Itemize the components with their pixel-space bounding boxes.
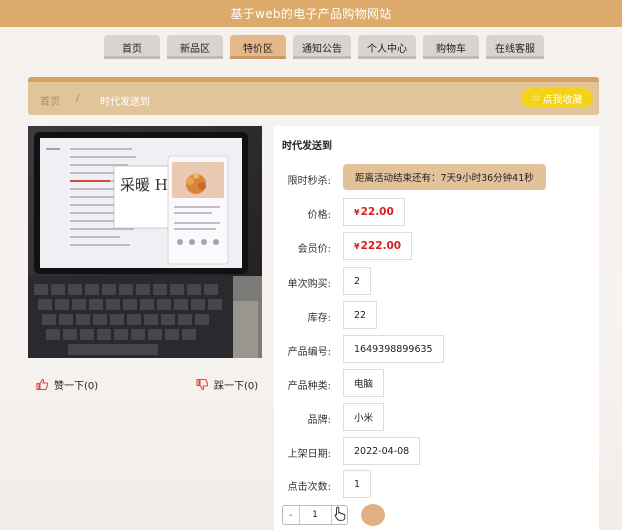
flash-sale-label: 限时秒杀: bbox=[287, 176, 331, 187]
price-label: 价格: bbox=[307, 210, 331, 221]
flash-sale-countdown: 距离活动结束还有：7天9小时36分钟41秒 bbox=[343, 164, 546, 190]
thumbs-up-icon bbox=[36, 379, 48, 390]
price-row: 价格: ¥ 22.00 bbox=[274, 198, 599, 226]
nav-item-special[interactable]: 特价区 bbox=[230, 35, 286, 59]
brand-label: 品牌: bbox=[307, 415, 331, 426]
dislike-button[interactable]: 踩一下(0) bbox=[196, 377, 258, 392]
like-button[interactable]: 赞一下(0) bbox=[36, 377, 98, 392]
nav-item-home[interactable]: 首页 bbox=[104, 35, 160, 59]
site-title: 基于web的电子产品购物网站 bbox=[230, 7, 392, 21]
like-label: 赞一下(0) bbox=[54, 381, 99, 392]
stock-label: 库存: bbox=[307, 313, 331, 324]
single-purchase-label: 单次购买: bbox=[287, 279, 331, 290]
quantity-input[interactable]: 1 bbox=[298, 506, 332, 524]
product-code-row: 产品编号: 1649398899635 bbox=[274, 335, 599, 363]
breadcrumb: 首页 / 时代发送到 ☆ 点我收藏 bbox=[28, 77, 599, 115]
breadcrumb-current: 时代发送到 bbox=[100, 97, 150, 108]
thumbs-down-icon bbox=[196, 379, 208, 390]
member-price-currency: ¥ bbox=[354, 241, 360, 251]
product-code-value: 1649398899635 bbox=[343, 335, 444, 363]
main-nav: 首页 新品区 特价区 通知公告 个人中心 购物车 在线客服 bbox=[104, 35, 551, 59]
stock-row: 库存: 22 bbox=[274, 301, 599, 329]
product-title: 时代发送到 bbox=[282, 141, 332, 152]
star-icon: ☆ bbox=[531, 92, 541, 104]
category-row: 产品种类: 电脑 bbox=[274, 369, 599, 397]
flash-sale-row: 限时秒杀: 距离活动结束还有：7天9小时36分钟41秒 bbox=[274, 164, 599, 192]
add-to-cart-button[interactable] bbox=[361, 504, 385, 526]
brand-row: 品牌: 小米 bbox=[274, 403, 599, 431]
dislike-label: 踩一下(0) bbox=[214, 381, 259, 392]
category-value: 电脑 bbox=[343, 369, 385, 397]
nav-item-online-service[interactable]: 在线客服 bbox=[486, 35, 544, 59]
stock-value: 22 bbox=[343, 301, 378, 329]
price-amount: 22.00 bbox=[360, 206, 394, 218]
quantity-decrement-button[interactable]: - bbox=[283, 506, 299, 524]
listing-date-label: 上架日期: bbox=[287, 449, 331, 460]
favorite-button[interactable]: ☆ 点我收藏 bbox=[521, 88, 593, 108]
product-detail-panel: 时代发送到 限时秒杀: 距离活动结束还有：7天9小时36分钟41秒 价格: ¥ … bbox=[274, 126, 599, 530]
nav-item-personal-center[interactable]: 个人中心 bbox=[358, 35, 416, 59]
price-currency: ¥ bbox=[354, 207, 360, 217]
click-count-row: 点击次数: 1 bbox=[274, 470, 599, 498]
site-header: 基于web的电子产品购物网站 bbox=[0, 0, 622, 27]
listing-date-value: 2022-04-08 bbox=[343, 437, 421, 465]
single-purchase-row: 单次购买: 2 bbox=[274, 267, 599, 295]
breadcrumb-home-link[interactable]: 首页 bbox=[40, 93, 60, 108]
nav-item-cart[interactable]: 购物车 bbox=[423, 35, 479, 59]
product-image: 采暖 HO bbox=[28, 126, 262, 358]
breadcrumb-separator: / bbox=[76, 93, 80, 104]
listing-date-row: 上架日期: 2022-04-08 bbox=[274, 437, 599, 465]
member-price-amount: 222.00 bbox=[360, 240, 402, 252]
brand-value: 小米 bbox=[343, 403, 385, 431]
product-code-label: 产品编号: bbox=[287, 347, 331, 358]
member-price-label: 会员价: bbox=[297, 244, 331, 255]
tablet-keyboard-photo: 采暖 HO bbox=[28, 126, 262, 358]
nav-item-notices[interactable]: 通知公告 bbox=[293, 35, 351, 59]
favorite-button-label: 点我收藏 bbox=[542, 94, 583, 106]
click-count-value: 1 bbox=[343, 470, 372, 498]
hand-cursor-icon bbox=[334, 506, 346, 521]
member-price-value: ¥ 222.00 bbox=[343, 232, 413, 260]
click-count-label: 点击次数: bbox=[287, 482, 331, 493]
member-price-row: 会员价: ¥ 222.00 bbox=[274, 232, 599, 260]
price-value: ¥ 22.00 bbox=[343, 198, 405, 226]
nav-item-new[interactable]: 新品区 bbox=[167, 35, 223, 59]
single-purchase-value: 2 bbox=[343, 267, 372, 295]
category-label: 产品种类: bbox=[287, 381, 331, 392]
